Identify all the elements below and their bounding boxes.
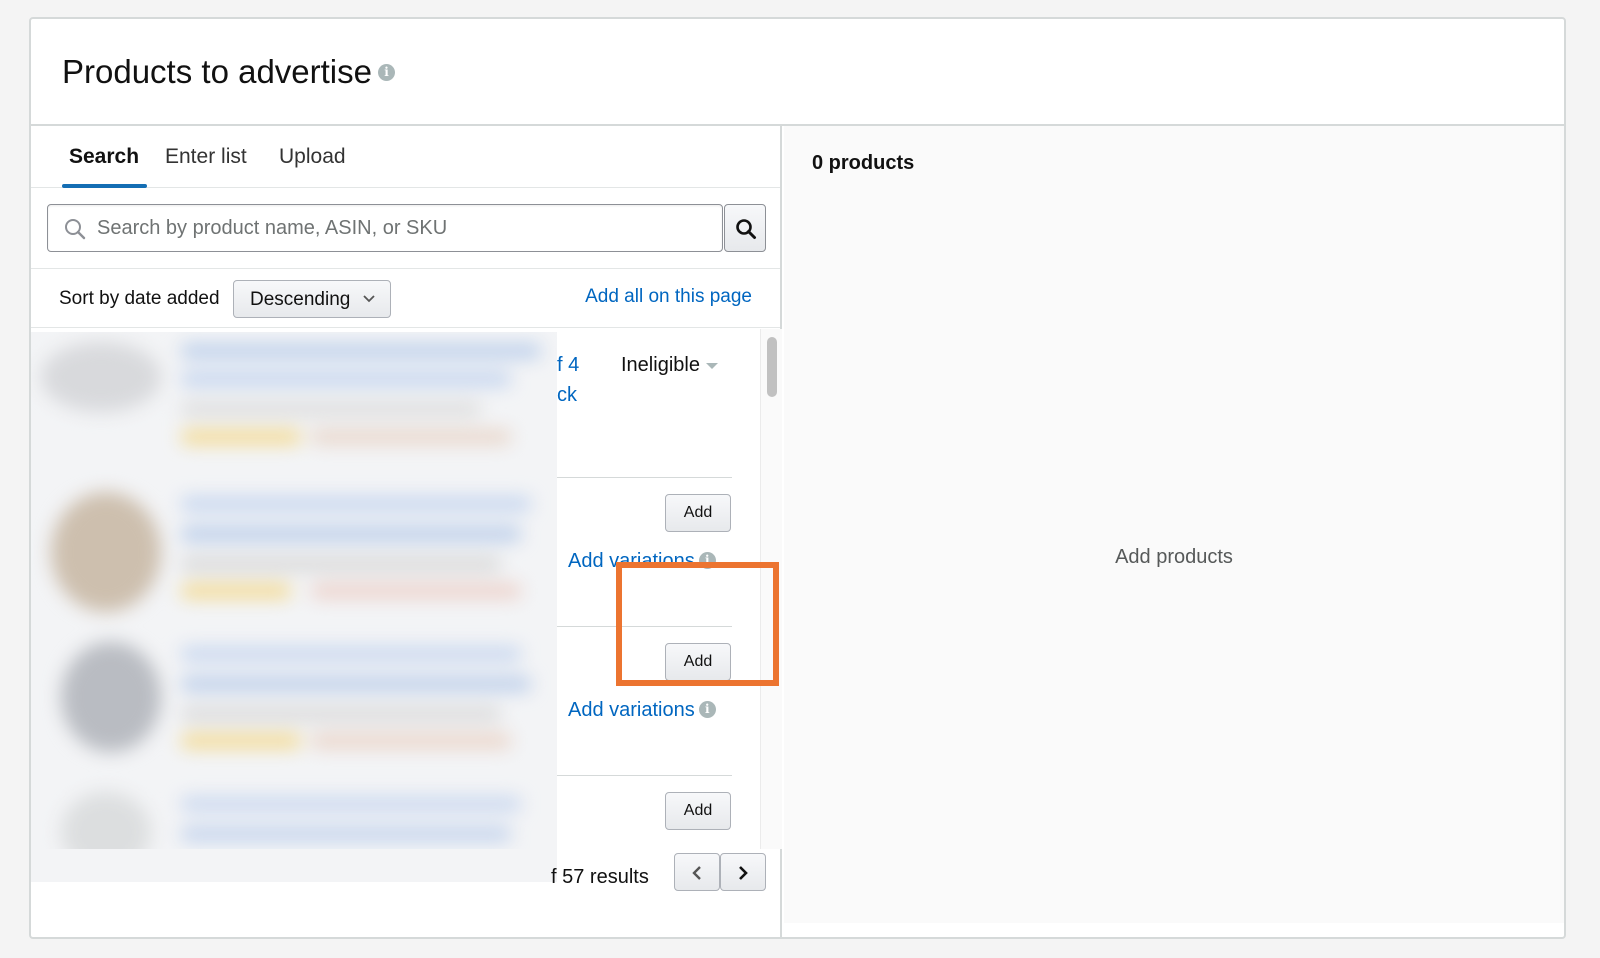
add-product-button[interactable]: Add [665, 643, 731, 681]
magnifier-icon [736, 219, 756, 239]
card-header: Products to advertise i [31, 19, 1564, 126]
results-count: f 57 results [551, 866, 649, 888]
add-variations-link[interactable]: Add variations i [568, 699, 716, 722]
add-variations-label: Add variations [568, 550, 695, 572]
selected-products-count: 0 products [812, 152, 915, 174]
sort-row: Sort by date added Descending Add all on… [31, 268, 780, 328]
next-page-button[interactable] [720, 853, 766, 891]
products-to-advertise-card: Products to advertise i Search Enter list… [29, 17, 1566, 939]
product-search-panel: Search Enter list Upload Sort by date ad… [31, 126, 782, 937]
info-icon[interactable]: i [698, 552, 716, 570]
search-input[interactable] [97, 213, 707, 243]
info-icon[interactable]: i [378, 63, 395, 81]
search-icon [65, 219, 86, 240]
sort-order-value: Descending [250, 289, 351, 310]
chevron-right-icon [739, 866, 748, 880]
search-box [47, 204, 723, 252]
page-title: Products to advertise i [62, 53, 395, 91]
pagination-row: f 57 results [31, 849, 782, 909]
add-variations-label: Add variations [568, 699, 695, 721]
redacted-product-info [31, 332, 557, 849]
previous-page-button[interactable] [674, 853, 720, 891]
row-divider [557, 626, 732, 627]
sort-order-dropdown[interactable]: Descending [233, 280, 391, 318]
scrollbar-thumb[interactable] [767, 337, 777, 397]
tab-search[interactable]: Search [61, 145, 148, 188]
page-title-text: Products to advertise [62, 53, 372, 90]
search-button[interactable] [724, 204, 766, 252]
redacted-product-info [31, 849, 557, 882]
chevron-left-icon [692, 866, 701, 880]
chevron-down-icon [363, 295, 375, 303]
eligibility-status-label: Ineligible [621, 354, 700, 376]
add-product-button[interactable]: Add [665, 792, 731, 830]
tab-enter-list[interactable]: Enter list [165, 145, 247, 188]
add-variations-link[interactable]: Add variations i [568, 550, 716, 573]
list-scrollbar[interactable] [760, 329, 782, 849]
sort-label: Sort by date added [59, 288, 220, 309]
info-icon[interactable]: i [698, 701, 716, 719]
row-divider [557, 775, 732, 776]
row1-partial-text[interactable]: f 4 [557, 354, 579, 377]
add-product-button[interactable]: Add [665, 494, 731, 532]
add-all-on-page-link[interactable]: Add all on this page [585, 286, 752, 308]
row1-partial-link[interactable]: ck [557, 384, 577, 407]
selected-products-panel: 0 products Add products [784, 126, 1564, 923]
product-results-list: f 4 ck Ineligible Add Add variations i Ad… [31, 329, 782, 849]
caret-down-icon [705, 362, 718, 369]
tab-bar: Search Enter list Upload [31, 126, 780, 188]
row-divider [557, 477, 732, 478]
eligibility-status[interactable]: Ineligible [621, 354, 718, 377]
empty-state-message: Add products [1115, 546, 1233, 568]
tab-upload[interactable]: Upload [279, 145, 346, 188]
